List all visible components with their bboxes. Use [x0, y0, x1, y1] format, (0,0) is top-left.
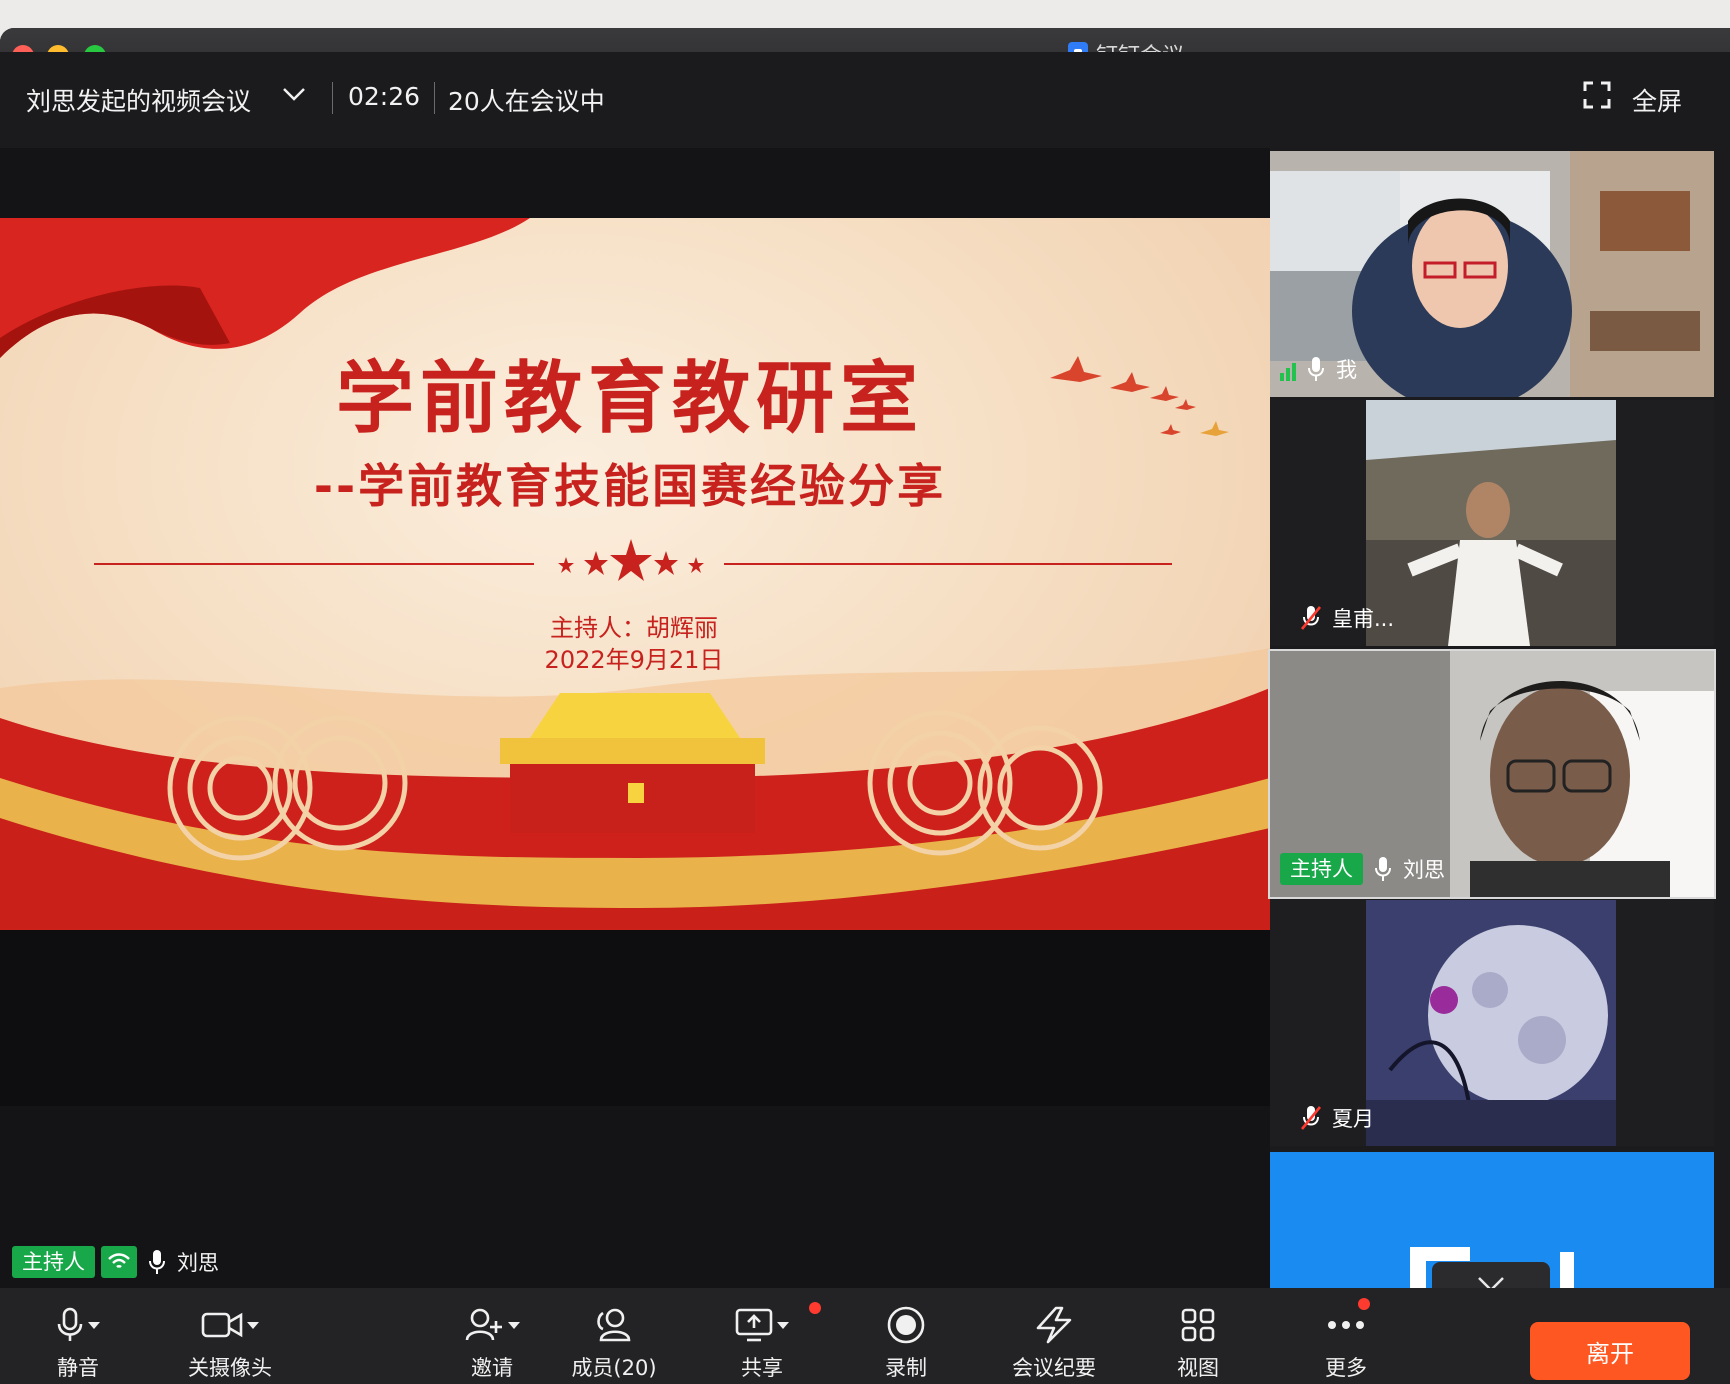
- slide-divider-left: [94, 563, 534, 565]
- record-label: 录制: [885, 1356, 927, 1380]
- more-label: 更多: [1325, 1356, 1367, 1380]
- participant-label: 皇甫...: [1298, 600, 1394, 636]
- grid-icon: [1181, 1308, 1215, 1342]
- microphone-muted-icon: [1298, 605, 1324, 631]
- video-camera-icon: [201, 1312, 243, 1338]
- view-label: 视图: [1177, 1356, 1219, 1380]
- divider: [332, 82, 333, 114]
- notification-dot: [1358, 1298, 1370, 1310]
- members-label: 成员(20): [571, 1356, 657, 1380]
- host-badge: 主持人: [12, 1246, 95, 1278]
- participant-name: 我: [1336, 358, 1357, 382]
- members-button[interactable]: 成员(20): [554, 1302, 674, 1384]
- meeting-toolbar: 静音 关摄像头 邀请 成员(20) 共享 录制 会议纪要 视图 更多: [0, 1288, 1730, 1384]
- record-icon: [887, 1306, 925, 1344]
- fullscreen-icon[interactable]: [1582, 80, 1612, 110]
- more-dots-icon: [1328, 1321, 1364, 1329]
- presenter-name: 刘思: [177, 1251, 219, 1275]
- leave-meeting-button[interactable]: 离开: [1530, 1322, 1690, 1380]
- screen-share-signal-icon: [101, 1246, 137, 1278]
- share-button[interactable]: 共享: [702, 1302, 822, 1384]
- presenter-label: 主持人 刘思: [12, 1246, 219, 1278]
- participant-tile[interactable]: 我: [1270, 151, 1714, 397]
- slide-date-line: 2022年9月21日: [544, 646, 724, 674]
- participant-label: 主持人 刘思: [1280, 851, 1445, 887]
- camera-label: 关摄像头: [188, 1356, 272, 1380]
- invite-button[interactable]: 邀请: [432, 1302, 552, 1384]
- slide-title: 学前教育教研室: [335, 353, 924, 444]
- meeting-timer: 02:26: [348, 82, 421, 111]
- microphone-icon: [1304, 356, 1328, 382]
- signal-strength-icon: [1280, 357, 1296, 381]
- star-ornament-icon: [556, 534, 706, 590]
- divider: [434, 82, 435, 114]
- microphone-icon: [1371, 856, 1395, 882]
- host-badge: 主持人: [1280, 853, 1363, 885]
- participant-name: 皇甫...: [1332, 607, 1395, 631]
- caret-down-icon[interactable]: [88, 1321, 100, 1329]
- members-icon: [597, 1308, 631, 1342]
- mute-label: 静音: [57, 1356, 99, 1380]
- invite-label: 邀请: [471, 1356, 513, 1380]
- participant-name: 夏月: [1332, 1107, 1374, 1131]
- microphone-icon: [57, 1307, 83, 1341]
- participant-tile-active[interactable]: 主持人 刘思: [1268, 649, 1716, 899]
- caret-down-icon[interactable]: [247, 1321, 259, 1329]
- participant-label: 夏月: [1298, 1100, 1374, 1136]
- participant-tile[interactable]: 皇甫...: [1270, 400, 1714, 646]
- camera-button[interactable]: 关摄像头: [160, 1302, 300, 1384]
- chevron-down-icon[interactable]: [280, 80, 308, 108]
- minutes-label: 会议纪要: [1012, 1356, 1096, 1380]
- record-button[interactable]: 录制: [846, 1302, 966, 1384]
- share-label: 共享: [741, 1356, 783, 1380]
- slide-subtitle: --学前教育技能国赛经验分享: [313, 459, 947, 513]
- lightning-icon: [1036, 1306, 1072, 1344]
- participant-label: 我: [1270, 351, 1357, 387]
- participant-count-status: 20人在会议中: [448, 87, 605, 116]
- slide-divider-right: [724, 563, 1172, 565]
- slide-host-line: 主持人：胡辉丽: [550, 614, 718, 642]
- meeting-title[interactable]: 刘思发起的视频会议: [26, 82, 251, 118]
- participant-tile[interactable]: 夏月: [1270, 900, 1714, 1146]
- more-button[interactable]: 更多: [1286, 1298, 1406, 1384]
- mute-button[interactable]: 静音: [18, 1302, 138, 1384]
- minutes-button[interactable]: 会议纪要: [994, 1302, 1114, 1384]
- meeting-header: 刘思发起的视频会议 02:26 20人在会议中 全屏: [0, 52, 1730, 148]
- add-user-icon: [465, 1308, 502, 1341]
- microphone-icon: [143, 1249, 171, 1275]
- caret-down-icon[interactable]: [777, 1321, 789, 1329]
- participant-name: 刘思: [1403, 858, 1445, 882]
- view-button[interactable]: 视图: [1138, 1302, 1258, 1384]
- fullscreen-button[interactable]: 全屏: [1632, 82, 1682, 118]
- caret-down-icon[interactable]: [508, 1321, 520, 1329]
- microphone-muted-icon: [1298, 1105, 1324, 1131]
- presentation-slide: 学前教育教研室 --学前教育技能国赛经验分享 主持人：胡辉丽 2022年9月21…: [0, 218, 1270, 930]
- notification-dot: [809, 1302, 821, 1314]
- share-screen-icon: [735, 1308, 773, 1342]
